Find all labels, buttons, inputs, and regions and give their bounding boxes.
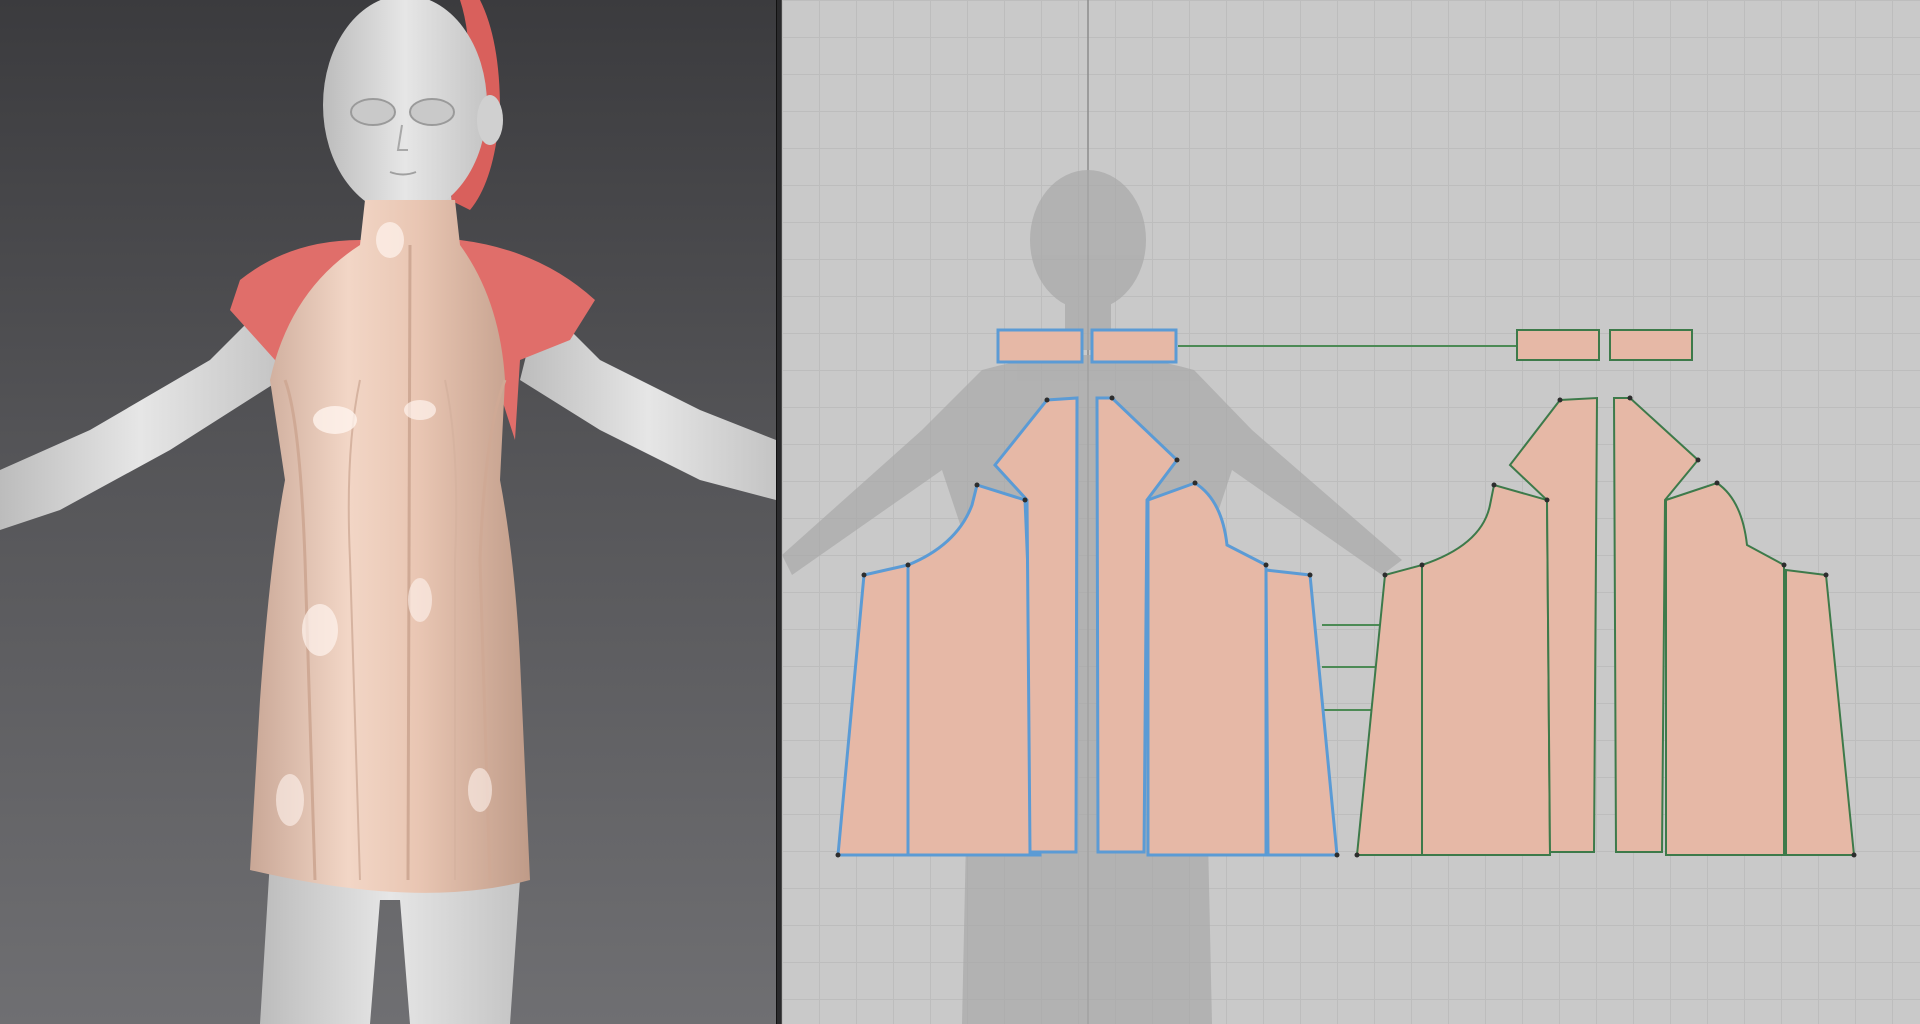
gloss-highlight <box>276 774 304 826</box>
front-panel-left[interactable] <box>906 483 1042 857</box>
2d-pattern-canvas[interactable] <box>782 0 1920 1024</box>
left-arm <box>0 300 280 530</box>
gloss-highlight <box>404 400 436 420</box>
collar-piece-right[interactable] <box>1090 328 1178 364</box>
back-panel-right[interactable] <box>1665 481 1785 856</box>
gloss-highlight <box>376 222 404 258</box>
3d-viewport[interactable] <box>0 0 776 1024</box>
gloss-highlight <box>302 604 338 656</box>
ear <box>477 95 503 145</box>
gloss-highlight <box>408 578 432 622</box>
back-collar-piece-left[interactable] <box>1516 329 1600 361</box>
left-eye <box>350 98 396 126</box>
gloss-highlight <box>468 768 492 812</box>
side-panel-left[interactable] <box>836 563 910 857</box>
gloss-highlight <box>313 406 357 434</box>
back-side-panel-right[interactable] <box>1785 568 1856 856</box>
right-eye <box>409 98 455 126</box>
back-panel-left[interactable] <box>1421 483 1552 856</box>
dress-seam-center <box>406 244 412 881</box>
back-collar-piece-right[interactable] <box>1609 329 1693 361</box>
collar-piece-left[interactable] <box>996 328 1084 364</box>
back-pattern-group[interactable] <box>1355 329 1856 856</box>
side-panel-right[interactable] <box>1264 568 1339 857</box>
3d-scene[interactable] <box>0 0 776 1024</box>
2d-pattern-viewport[interactable] <box>782 0 1920 1024</box>
head <box>323 0 487 215</box>
front-panel-right[interactable] <box>1146 481 1268 857</box>
